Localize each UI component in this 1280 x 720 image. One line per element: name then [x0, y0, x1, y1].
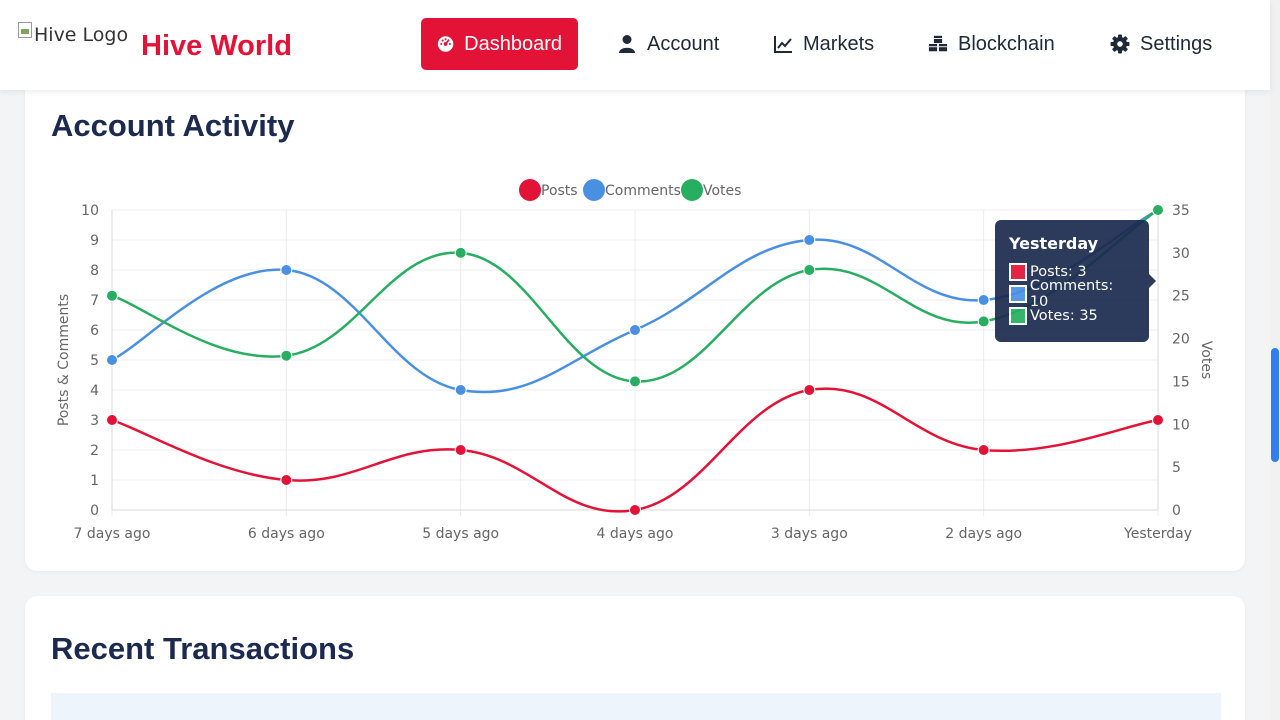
legend-label-posts: Posts: [541, 183, 578, 199]
x-tick-label: Yesterday: [1123, 526, 1192, 542]
y-tick-label: 5: [90, 353, 99, 369]
broken-image-icon: [18, 22, 32, 38]
y2-tick-label: 0: [1172, 503, 1181, 519]
nav-blockchain-label: Blockchain: [958, 32, 1055, 55]
nav-settings[interactable]: Settings: [1094, 18, 1228, 70]
y-tick-label: 6: [90, 323, 99, 339]
y2-tick-label: 25: [1172, 289, 1190, 305]
data-point-posts: [280, 474, 293, 486]
data-point-posts: [454, 444, 467, 456]
y2-axis-title: Votes: [1198, 341, 1214, 379]
nav-dashboard[interactable]: Dashboard: [421, 18, 578, 70]
data-point-posts: [977, 444, 990, 456]
line-chart-icon: [774, 36, 792, 53]
y2-tick-label: 20: [1172, 332, 1190, 348]
data-point-votes: [629, 375, 641, 388]
nav-blockchain[interactable]: Blockchain: [912, 18, 1071, 70]
nav-markets-label: Markets: [803, 32, 875, 55]
legend-swatch-votes: [681, 179, 703, 201]
tooltip-comments-text: Comments: 10: [1029, 278, 1114, 310]
y-tick-label: 0: [90, 503, 99, 519]
votes-swatch: [1009, 307, 1027, 325]
nav-account[interactable]: Account: [601, 18, 735, 70]
legend-label-comments: Comments: [605, 183, 681, 199]
data-point-votes: [803, 264, 816, 276]
user-icon: [619, 35, 635, 53]
data-point-votes: [280, 349, 293, 362]
scrollbar-thumb[interactable]: [1271, 348, 1279, 462]
data-point-posts: [803, 384, 816, 396]
brand-name[interactable]: Hive World: [141, 30, 292, 63]
y-tick-label: 7: [90, 293, 99, 309]
data-point-comments: [977, 294, 990, 306]
data-point-comments: [106, 354, 118, 366]
y2-tick-label: 10: [1172, 417, 1190, 433]
y-axis-title: Posts & Comments: [56, 294, 72, 426]
gear-icon: [1110, 34, 1130, 54]
data-point-posts: [1152, 414, 1164, 426]
tooltip-votes-text: Votes: 35: [1030, 308, 1098, 324]
x-tick-label: 4 days ago: [597, 526, 674, 542]
x-tick-label: 5 days ago: [422, 526, 499, 542]
tooltip-title: Yesterday: [1009, 234, 1099, 253]
x-tick-label: 7 days ago: [74, 526, 151, 542]
chart-tooltip: Yesterday Posts: 3 Comments: 10 Votes: 3…: [995, 220, 1156, 342]
logo-alt-text: Hive Logo: [34, 24, 129, 46]
data-point-comments: [280, 264, 293, 276]
x-tick-label: 3 days ago: [771, 526, 848, 542]
tooltip-row-comments: Comments: 10: [1009, 278, 1135, 310]
data-point-comments: [454, 384, 467, 396]
cubes-icon: [928, 35, 948, 52]
legend-swatch-posts: [519, 179, 541, 201]
data-point-votes: [977, 315, 990, 328]
top-navbar: Hive Logo Hive World Dashboard Account M…: [0, 0, 1270, 90]
nav-dashboard-label: Dashboard: [464, 32, 562, 55]
y2-tick-label: 15: [1172, 374, 1190, 390]
dashboard-icon: [437, 36, 454, 52]
data-point-comments: [629, 324, 641, 336]
y2-tick-label: 30: [1172, 246, 1190, 262]
y-tick-label: 8: [90, 263, 99, 279]
data-point-votes: [454, 246, 467, 259]
nav-account-label: Account: [647, 32, 720, 55]
y-tick-label: 9: [90, 233, 99, 249]
data-point-posts: [629, 504, 641, 516]
logo[interactable]: Hive Logo: [18, 22, 129, 46]
y-tick-label: 3: [90, 413, 99, 429]
data-point-votes: [106, 289, 118, 302]
data-point-votes: [1152, 204, 1164, 216]
x-tick-label: 2 days ago: [945, 526, 1022, 542]
y2-tick-label: 35: [1172, 203, 1190, 219]
recent-transactions-title: Recent Transactions: [51, 631, 355, 666]
y-tick-label: 10: [81, 203, 99, 219]
data-point-comments: [803, 234, 816, 246]
transactions-table-header: [51, 693, 1221, 720]
y-tick-label: 2: [90, 443, 99, 459]
y2-tick-label: 5: [1172, 460, 1181, 476]
comments-swatch: [1009, 285, 1027, 303]
posts-swatch: [1009, 263, 1027, 281]
nav-settings-label: Settings: [1140, 32, 1213, 55]
x-tick-label: 6 days ago: [248, 526, 325, 542]
legend-swatch-comments: [583, 179, 605, 201]
data-point-posts: [106, 414, 118, 426]
nav-markets[interactable]: Markets: [757, 18, 890, 70]
y-tick-label: 4: [90, 383, 99, 399]
legend-label-votes: Votes: [703, 183, 741, 199]
y-tick-label: 1: [90, 473, 99, 489]
